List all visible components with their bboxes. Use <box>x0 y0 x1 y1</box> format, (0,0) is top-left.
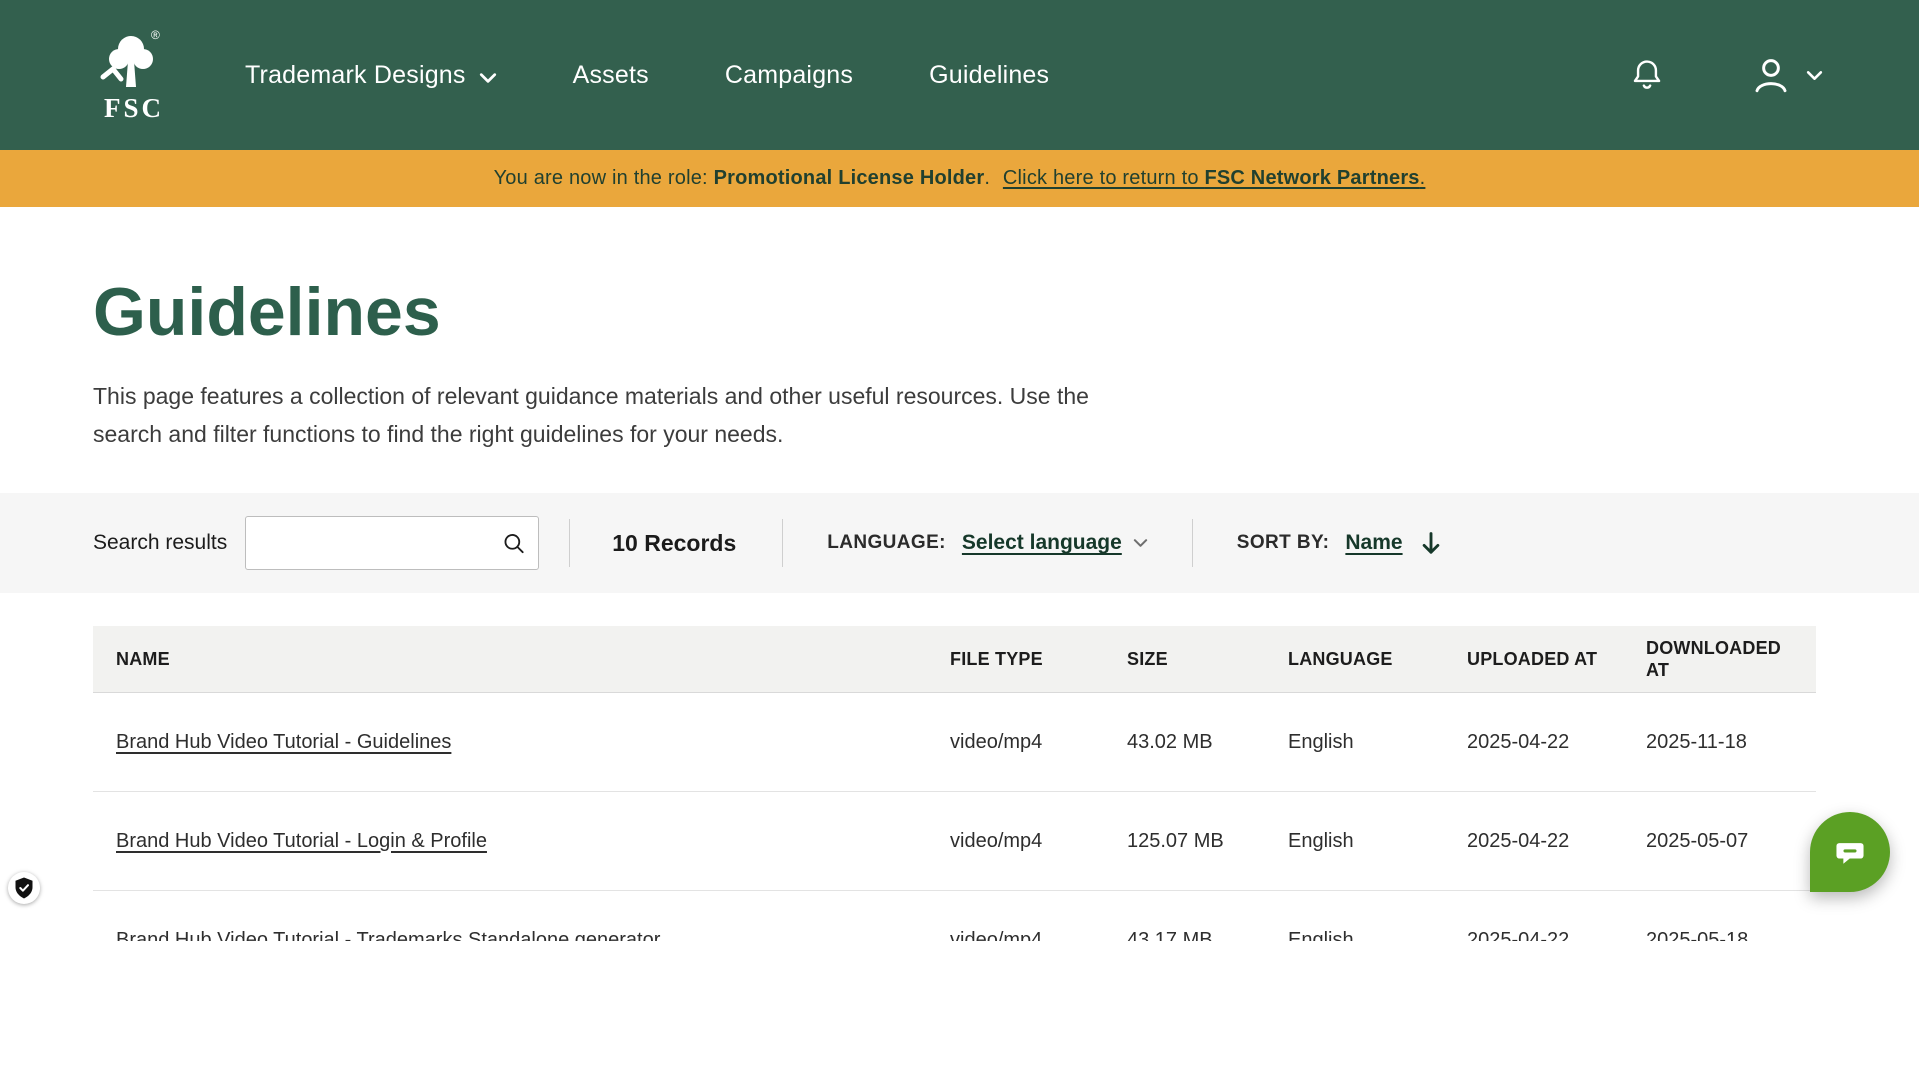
downloaded-at-cell: 2025-05-07 <box>1646 830 1816 853</box>
sort-value: Name <box>1345 531 1402 555</box>
banner-link-text: Click here to return to <box>1003 167 1205 189</box>
banner-dot: . <box>984 167 996 190</box>
search-label: Search results <box>93 531 227 555</box>
guideline-file-link[interactable]: Brand Hub Video Tutorial - Login & Profi… <box>116 830 487 852</box>
table-body: Brand Hub Video Tutorial - Guidelines vi… <box>93 693 1816 941</box>
nav-label: Campaigns <box>725 61 853 90</box>
sort-by-label: SORT BY: <box>1237 532 1330 554</box>
topbar-actions <box>1630 54 1823 96</box>
downloaded-at-cell: 2025-11-18 <box>1646 731 1816 754</box>
nav-label: Trademark Designs <box>245 61 466 90</box>
role-banner: You are now in the role: Promotional Lic… <box>0 150 1919 207</box>
top-navigation: FSC ® Trademark Designs Assets Campaigns… <box>0 0 1919 150</box>
column-header-size[interactable]: SIZE <box>1127 648 1288 671</box>
nav-trademark-designs[interactable]: Trademark Designs <box>245 61 497 90</box>
return-to-network-partners-link[interactable]: Click here to return to FSC Network Part… <box>1003 167 1426 190</box>
uploaded-at-cell: 2025-04-22 <box>1467 929 1646 942</box>
main-content: Guidelines This page features a collecti… <box>0 207 1919 453</box>
table-header-row: NAME FILE TYPE SIZE LANGUAGE UPLOADED AT… <box>93 626 1816 693</box>
main-nav: Trademark Designs Assets Campaigns Guide… <box>245 61 1049 90</box>
column-header-file-type[interactable]: FILE TYPE <box>950 648 1127 671</box>
account-menu-button[interactable] <box>1750 54 1823 96</box>
language-value: Select language <box>962 531 1122 555</box>
security-badge[interactable] <box>8 872 40 904</box>
divider <box>782 519 783 567</box>
page-title: Guidelines <box>93 273 1919 351</box>
column-header-language[interactable]: LANGUAGE <box>1288 648 1467 671</box>
fsc-tree-icon: FSC ® <box>93 27 165 123</box>
banner-link-bold: FSC Network Partners <box>1204 167 1419 189</box>
chevron-down-icon <box>1806 70 1823 81</box>
records-count: 10 Records <box>600 530 752 557</box>
nav-campaigns[interactable]: Campaigns <box>725 61 853 90</box>
divider <box>569 519 570 567</box>
language-filter: LANGUAGE: Select language <box>813 531 1162 555</box>
fsc-logo[interactable]: FSC ® <box>93 27 165 123</box>
file-type-cell: video/mp4 <box>950 731 1127 754</box>
language-cell: English <box>1288 929 1467 942</box>
table-row: Brand Hub Video Tutorial - Guidelines vi… <box>93 693 1816 792</box>
banner-suffix: . <box>1420 167 1426 189</box>
nav-label: Guidelines <box>929 61 1049 90</box>
chat-icon <box>1831 833 1869 871</box>
table-row: Brand Hub Video Tutorial - Login & Profi… <box>93 792 1816 891</box>
bell-icon <box>1630 57 1664 93</box>
size-cell: 43.17 MB <box>1127 929 1288 942</box>
table-row: Brand Hub Video Tutorial - Trademarks St… <box>93 891 1816 941</box>
user-icon <box>1750 54 1792 96</box>
results-table-section: NAME FILE TYPE SIZE LANGUAGE UPLOADED AT… <box>93 626 1816 941</box>
search-box <box>245 516 539 570</box>
uploaded-at-cell: 2025-04-22 <box>1467 731 1646 754</box>
svg-text:FSC: FSC <box>104 93 164 123</box>
page-description: This page features a collection of relev… <box>93 377 1128 453</box>
notifications-button[interactable] <box>1630 57 1664 93</box>
svg-text:®: ® <box>151 28 160 42</box>
size-cell: 43.02 MB <box>1127 731 1288 754</box>
banner-role: Promotional License Holder <box>714 167 985 190</box>
downloaded-at-cell: 2025-05-18 <box>1646 929 1816 942</box>
divider <box>1192 519 1193 567</box>
language-select[interactable]: Select language <box>962 531 1148 555</box>
search-icon[interactable] <box>502 532 525 555</box>
search-input[interactable] <box>245 516 539 570</box>
nav-label: Assets <box>573 61 649 90</box>
column-header-uploaded-at[interactable]: UPLOADED AT <box>1467 648 1646 671</box>
language-cell: English <box>1288 830 1467 853</box>
size-cell: 125.07 MB <box>1127 830 1288 853</box>
search-filter-bar: Search results 10 Records LANGUAGE: Sele… <box>0 493 1919 593</box>
arrow-down-icon <box>1421 531 1441 556</box>
results-table: NAME FILE TYPE SIZE LANGUAGE UPLOADED AT… <box>93 626 1816 941</box>
chat-widget-button[interactable] <box>1810 812 1890 892</box>
nav-assets[interactable]: Assets <box>573 61 649 90</box>
file-type-cell: video/mp4 <box>950 830 1127 853</box>
language-cell: English <box>1288 731 1467 754</box>
guideline-file-link[interactable]: Brand Hub Video Tutorial - Trademarks St… <box>116 929 660 942</box>
column-header-downloaded-at[interactable]: DOWNLOADED AT <box>1646 637 1816 682</box>
banner-prefix: You are now in the role: <box>494 167 714 190</box>
sort-direction-button[interactable] <box>1419 531 1441 556</box>
uploaded-at-cell: 2025-04-22 <box>1467 830 1646 853</box>
sort-field-select[interactable]: Name <box>1345 531 1402 555</box>
chevron-down-icon <box>479 72 497 84</box>
column-header-name[interactable]: NAME <box>93 648 950 671</box>
language-label: LANGUAGE: <box>827 532 946 554</box>
sort-control: SORT BY: Name <box>1223 531 1455 556</box>
file-type-cell: video/mp4 <box>950 929 1127 942</box>
guideline-file-link[interactable]: Brand Hub Video Tutorial - Guidelines <box>116 731 451 753</box>
chevron-down-icon <box>1133 538 1148 548</box>
nav-guidelines[interactable]: Guidelines <box>929 61 1049 90</box>
shield-check-icon <box>12 876 36 900</box>
